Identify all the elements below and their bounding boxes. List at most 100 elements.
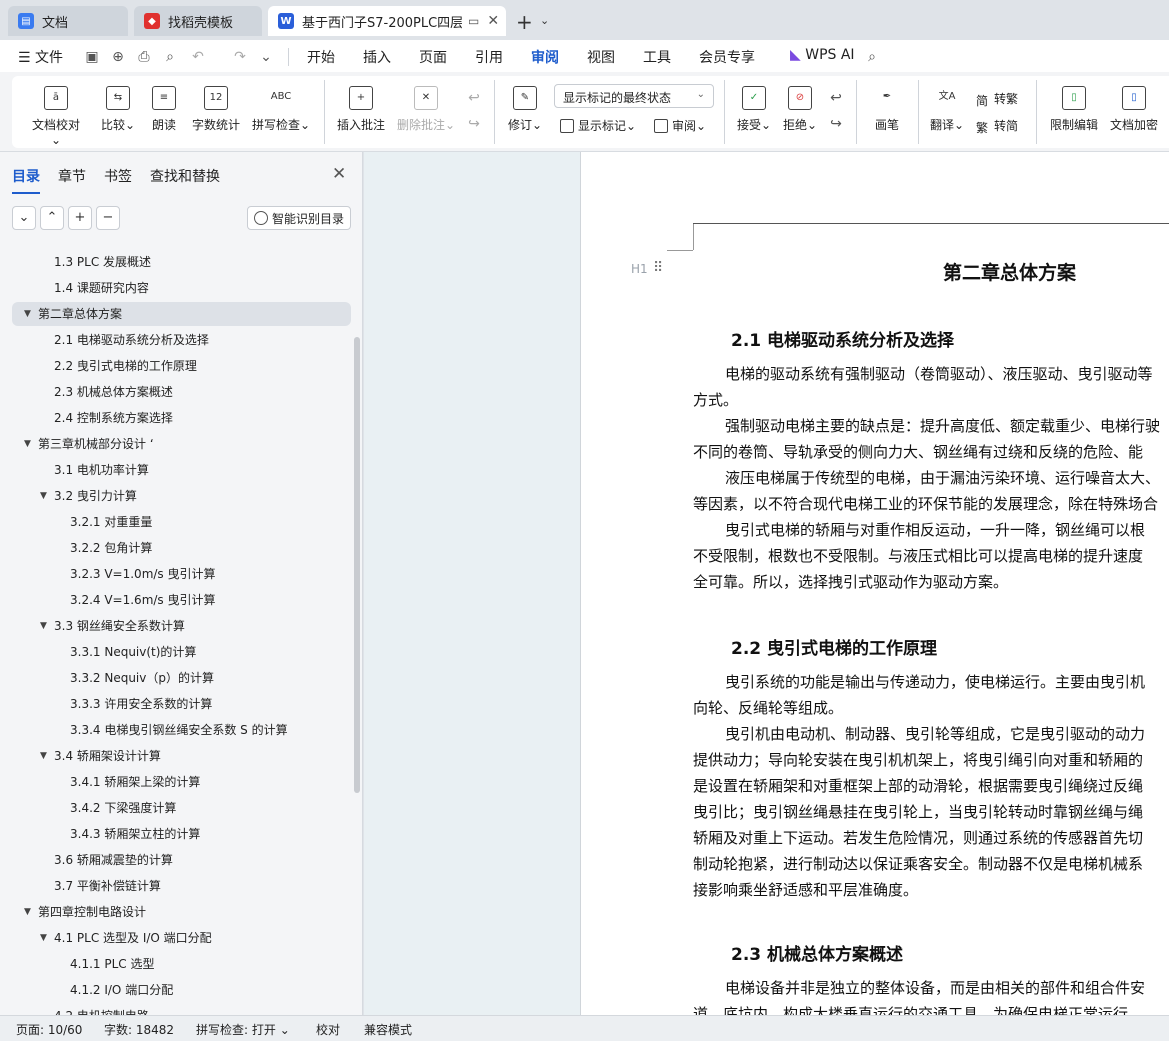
menu-references[interactable]: 引用 bbox=[475, 47, 503, 67]
save-icon[interactable]: ▣ bbox=[84, 49, 100, 65]
toc-item[interactable]: ▼ 3.3 钢丝绳安全系数计算 bbox=[0, 614, 350, 638]
accept-button[interactable]: ✓ 接受⌄ bbox=[734, 86, 774, 133]
tab-docer-templates[interactable]: ◆ 找稻壳模板 bbox=[134, 6, 262, 36]
tab-docs[interactable]: ▤ 文档 bbox=[8, 6, 128, 36]
next-comment-icon[interactable]: ↪ bbox=[466, 116, 482, 132]
spell-check-status[interactable]: 拼写检查: 打开 ⌄ bbox=[196, 1021, 290, 1038]
restrict-edit-button[interactable]: ▯ 限制编辑 bbox=[1048, 86, 1100, 133]
toc-item[interactable]: ▼ 第三章机械部分设计 ‘ bbox=[0, 432, 350, 456]
expand-arrow-icon[interactable]: ▼ bbox=[40, 614, 47, 638]
toc-item[interactable]: 3.3.4 电梯曳引钢丝绳安全系数 S 的计算 bbox=[0, 718, 350, 742]
remove-heading-button[interactable]: − bbox=[96, 206, 120, 230]
translate-button[interactable]: 文A 翻译⌄ bbox=[928, 86, 966, 133]
toc-item[interactable]: 3.2.1 对重重量 bbox=[0, 510, 350, 534]
toc-item[interactable]: 3.2.3 V=1.0m/s 曳引计算 bbox=[0, 562, 350, 586]
menu-review[interactable]: 审阅 bbox=[531, 47, 559, 74]
toc-item[interactable]: 1.4 课题研究内容 bbox=[0, 276, 350, 300]
spell-check-button[interactable]: ABC 拼写检查⌄ bbox=[250, 86, 312, 133]
window-icon[interactable]: ▭ bbox=[468, 14, 479, 28]
toc-item[interactable]: 3.4.1 轿厢架上梁的计算 bbox=[0, 770, 350, 794]
nav-scrollbar[interactable] bbox=[354, 337, 360, 793]
toc-item[interactable]: 3.1 电机功率计算 bbox=[0, 458, 350, 482]
wps-ai-button[interactable]: ◣ WPS AI bbox=[790, 47, 855, 63]
collapse-up-button[interactable]: ⌃ bbox=[40, 206, 64, 230]
toc-item[interactable]: 4.1.1 PLC 选型 bbox=[0, 952, 350, 976]
delete-comment-button[interactable]: ✕ 删除批注⌄ bbox=[396, 86, 456, 133]
to-traditional-button[interactable]: 简 转繁 bbox=[976, 90, 1018, 108]
encrypt-button[interactable]: ▯ 文档加密 bbox=[1108, 86, 1160, 133]
toc-item[interactable]: 2.1 电梯驱动系统分析及选择 bbox=[0, 328, 350, 352]
close-tab-icon[interactable]: ✕ bbox=[487, 13, 499, 29]
menu-home[interactable]: 开始 bbox=[307, 47, 335, 67]
track-changes-button[interactable]: ✎ 修订⌄ bbox=[506, 86, 544, 133]
expand-arrow-icon[interactable]: ▼ bbox=[40, 926, 47, 950]
tab-bookmarks[interactable]: 书签 bbox=[104, 166, 132, 186]
drag-handle-icon[interactable]: ⠿ bbox=[653, 260, 663, 276]
file-menu[interactable]: ☰ 文件 bbox=[18, 47, 63, 67]
smart-toc-button[interactable]: 智能识别目录 bbox=[247, 206, 351, 230]
toc-item[interactable]: ▼ 3.2 曳引力计算 bbox=[0, 484, 350, 508]
document-page[interactable]: H1 ⠿ 第二章总体方案 2.1 电梯驱动系统分析及选择 电梯的驱动系统有强制驱… bbox=[580, 152, 1169, 1015]
toc-item[interactable]: 3.2.4 V=1.6m/s 曳引计算 bbox=[0, 588, 350, 612]
search-icon[interactable]: ⌕ bbox=[864, 49, 880, 65]
share-icon[interactable]: ⊕ bbox=[110, 49, 126, 65]
toc-item[interactable]: 3.4.3 轿厢架立柱的计算 bbox=[0, 822, 350, 846]
tab-sections[interactable]: 章节 bbox=[58, 166, 86, 186]
undo-icon[interactable]: ↶ bbox=[190, 49, 206, 65]
toc-item[interactable]: 1.3 PLC 发展概述 bbox=[0, 250, 350, 274]
previous-change-icon[interactable]: ↩ bbox=[828, 90, 844, 106]
toc-item[interactable]: 3.3.3 许用安全系数的计算 bbox=[0, 692, 350, 716]
word-count-status[interactable]: 字数: 18482 bbox=[104, 1021, 174, 1038]
menu-page[interactable]: 页面 bbox=[419, 47, 447, 67]
tab-current-document[interactable]: W 基于西门子S7-200PLC四层电梯 ▭ ✕ bbox=[268, 6, 506, 36]
previous-comment-icon[interactable]: ↩ bbox=[466, 90, 482, 106]
toc-item[interactable]: ▼ 第二章总体方案 bbox=[12, 302, 351, 326]
read-aloud-button[interactable]: ≡ 朗读 bbox=[148, 86, 180, 133]
print-icon[interactable]: ⎙ bbox=[136, 49, 152, 65]
menu-insert[interactable]: 插入 bbox=[363, 47, 391, 67]
toc-item[interactable]: 3.6 轿厢减震垫的计算 bbox=[0, 848, 350, 872]
display-mode-select[interactable]: 显示标记的最终状态 ⌄ bbox=[554, 84, 714, 108]
close-icon[interactable]: ✕ bbox=[332, 164, 346, 184]
tab-find-replace[interactable]: 查找和替换 bbox=[150, 166, 220, 186]
toc-item[interactable]: 3.2.2 包角计算 bbox=[0, 536, 350, 560]
word-count-button[interactable]: 12 字数统计 bbox=[190, 86, 242, 133]
toc-item[interactable]: ▼ 4.1 PLC 选型及 I/O 端口分配 bbox=[0, 926, 350, 950]
review-pane-button[interactable]: 审阅 ⌄ bbox=[654, 117, 706, 134]
to-simplified-button[interactable]: 繁 转简 bbox=[976, 117, 1018, 135]
add-heading-button[interactable]: + bbox=[68, 206, 92, 230]
compare-button[interactable]: ⇆ 比较⌄ bbox=[98, 86, 138, 133]
expand-arrow-icon[interactable]: ▼ bbox=[24, 900, 31, 924]
toc-item[interactable]: 3.4.2 下梁强度计算 bbox=[0, 796, 350, 820]
insert-comment-button[interactable]: + 插入批注 bbox=[336, 86, 386, 133]
toc-item[interactable]: ▼ 第四章控制电路设计 bbox=[0, 900, 350, 924]
show-markup-button[interactable]: 显示标记 ⌄ bbox=[560, 117, 636, 134]
menu-tools[interactable]: 工具 bbox=[643, 47, 671, 67]
toc-item[interactable]: 2.2 曳引式电梯的工作原理 bbox=[0, 354, 350, 378]
proofread-button[interactable]: ā 文档校对⌄ bbox=[28, 86, 84, 147]
chevron-down-icon[interactable]: ⌄ bbox=[540, 14, 549, 27]
expand-arrow-icon[interactable]: ▼ bbox=[24, 302, 31, 326]
toc-item[interactable]: 2.4 控制系统方案选择 bbox=[0, 406, 350, 430]
redo-icon[interactable]: ↷ bbox=[232, 49, 248, 65]
new-tab-button[interactable]: + bbox=[516, 10, 533, 34]
menu-view[interactable]: 视图 bbox=[587, 47, 615, 67]
page-indicator[interactable]: 页面: 10/60 bbox=[16, 1021, 82, 1038]
toc-item[interactable]: 3.3.2 Nequiv（p）的计算 bbox=[0, 666, 350, 690]
expand-arrow-icon[interactable]: ▼ bbox=[24, 432, 31, 456]
toc-item[interactable]: 3.7 平衡补偿链计算 bbox=[0, 874, 350, 898]
toc-item[interactable]: 4.1.2 I/O 端口分配 bbox=[0, 978, 350, 1002]
toc-item[interactable]: 2.3 机械总体方案概述 bbox=[0, 380, 350, 404]
toc-item[interactable]: 3.3.1 Nequiv(t)的计算 bbox=[0, 640, 350, 664]
menu-member[interactable]: 会员专享 bbox=[699, 47, 755, 67]
tab-toc[interactable]: 目录 bbox=[12, 166, 40, 194]
more-chevron-icon[interactable]: ⌄ bbox=[258, 49, 274, 65]
proofread-status[interactable]: 校对 bbox=[316, 1021, 340, 1038]
next-change-icon[interactable]: ↪ bbox=[828, 116, 844, 132]
reject-button[interactable]: ⊘ 拒绝⌄ bbox=[780, 86, 820, 133]
expand-arrow-icon[interactable]: ▼ bbox=[40, 484, 47, 508]
expand-down-button[interactable]: ⌄ bbox=[12, 206, 36, 230]
toc-item[interactable]: ▼ 3.4 轿厢架设计计算 bbox=[0, 744, 350, 768]
expand-arrow-icon[interactable]: ▼ bbox=[40, 744, 47, 768]
print-preview-icon[interactable]: ⌕ bbox=[162, 49, 178, 65]
